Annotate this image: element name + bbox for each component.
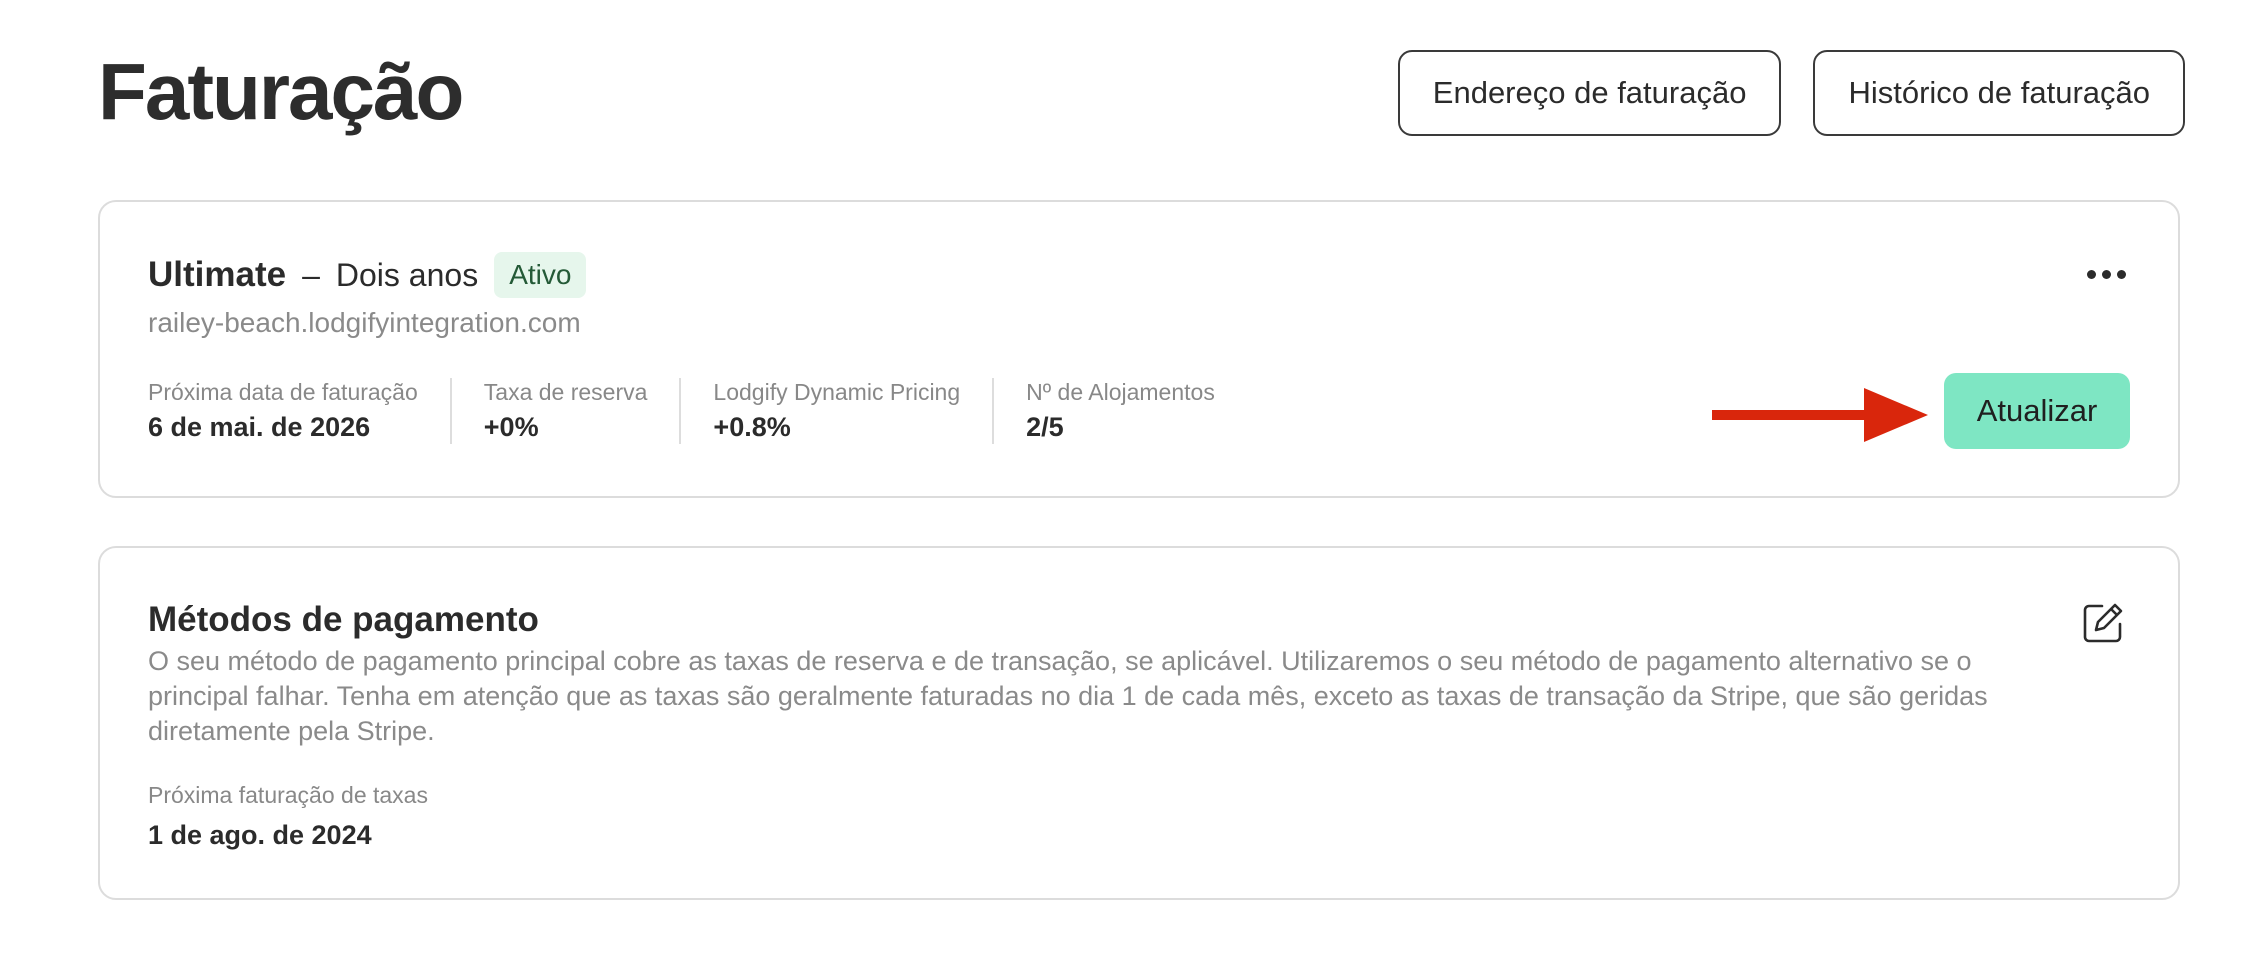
stat-label: Nº de Alojamentos xyxy=(1026,379,1215,405)
stat-label: Lodgify Dynamic Pricing xyxy=(713,379,961,405)
billing-history-button[interactable]: Histórico de faturação xyxy=(1813,50,2185,136)
plan-header: Ultimate – Dois anos Ativo xyxy=(148,252,587,298)
arrow-right-icon xyxy=(1712,388,1928,442)
stat-value: 2/5 xyxy=(1026,412,1064,442)
stat-value: 6 de mai. de 2026 xyxy=(148,412,371,442)
plan-card: Ultimate – Dois anos Ativo railey-beach.… xyxy=(98,200,2180,498)
update-plan-button[interactable]: Atualizar xyxy=(1944,373,2130,449)
header-actions: Endereço de faturação Histórico de fatur… xyxy=(1397,50,2185,136)
more-horizontal-icon[interactable] xyxy=(2087,270,2126,279)
stat-label: Próxima data de faturação xyxy=(148,379,418,405)
stat-booking-fee: Taxa de reserva +0% xyxy=(449,378,680,444)
stat-properties-count: Nº de Alojamentos 2/5 xyxy=(992,378,1247,444)
payment-methods-title: Métodos de pagamento xyxy=(148,600,539,639)
edit-icon[interactable] xyxy=(2080,600,2126,646)
plan-period: Dois anos xyxy=(335,256,479,293)
stat-label: Taxa de reserva xyxy=(483,379,648,405)
plan-separator: – xyxy=(302,256,320,293)
plan-domain: railey-beach.lodgifyintegration.com xyxy=(148,307,581,338)
billing-address-button[interactable]: Endereço de faturação xyxy=(1397,50,1782,136)
status-badge: Ativo xyxy=(494,252,587,298)
stat-value: +0.8% xyxy=(713,412,791,442)
next-fee-billing-label: Próxima faturação de taxas xyxy=(148,782,428,808)
stat-next-billing-date: Próxima data de faturação 6 de mai. de 2… xyxy=(148,378,450,444)
page-title: Faturação xyxy=(98,47,464,136)
payment-methods-card: Métodos de pagamento O seu método de pag… xyxy=(98,546,2180,900)
stat-dynamic-pricing: Lodgify Dynamic Pricing +0.8% xyxy=(679,378,992,444)
payment-methods-description: O seu método de pagamento principal cobr… xyxy=(148,646,1988,746)
plan-name: Ultimate xyxy=(148,255,287,294)
plan-stats: Próxima data de faturação 6 de mai. de 2… xyxy=(148,378,1247,444)
next-fee-billing-date: 1 de ago. de 2024 xyxy=(148,820,372,850)
stat-value: +0% xyxy=(483,412,539,442)
